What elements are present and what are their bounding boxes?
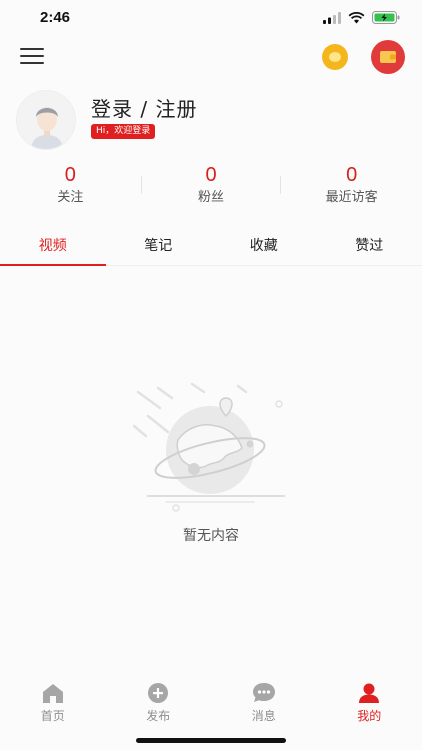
nav-home[interactable]: 首页 — [0, 676, 106, 732]
stats-row: 0 关注 0 粉丝 0 最近访客 — [0, 162, 422, 212]
home-indicator — [136, 738, 286, 743]
status-time: 2:46 — [40, 9, 71, 26]
empty-state-text: 暂无内容 — [183, 528, 239, 544]
stat-value: 0 — [346, 164, 358, 186]
tab-liked[interactable]: 赞过 — [317, 228, 422, 265]
nav-label: 我的 — [357, 709, 382, 723]
stat-value: 0 — [64, 164, 76, 186]
bottom-nav: 首页 发布 消息 我的 — [0, 676, 422, 732]
user-icon — [356, 682, 382, 704]
profile-header: 登录 / 注册 Hi，欢迎登录 — [0, 84, 422, 154]
menu-icon[interactable] — [20, 48, 44, 66]
wallet-glyph-icon — [380, 51, 396, 63]
stat-label: 关注 — [57, 190, 84, 205]
status-bar: 2:46 — [0, 0, 422, 38]
stat-label: 最近访客 — [325, 190, 378, 205]
stat-recent-visitors[interactable]: 0 最近访客 — [281, 162, 422, 212]
tab-favorites[interactable]: 收藏 — [211, 228, 317, 265]
stat-value: 0 — [205, 164, 217, 186]
welcome-badge: Hi，欢迎登录 — [91, 124, 156, 139]
coin-icon[interactable] — [322, 44, 348, 70]
wifi-icon — [348, 11, 365, 23]
stat-label: 粉丝 — [198, 190, 225, 205]
empty-planet-illustration — [132, 382, 285, 512]
battery-charging-icon — [372, 11, 400, 24]
divider — [140, 176, 142, 194]
nav-mine[interactable]: 我的 — [317, 676, 422, 732]
nav-label: 首页 — [40, 709, 65, 723]
plus-circle-icon — [145, 682, 171, 704]
home-icon — [40, 682, 66, 704]
content-tabs: 视频 笔记 收藏 赞过 — [0, 228, 422, 266]
top-bar — [0, 38, 422, 78]
stat-following[interactable]: 0 关注 — [0, 162, 141, 212]
tab-videos[interactable]: 视频 — [0, 228, 106, 266]
nav-publish[interactable]: 发布 — [106, 676, 212, 732]
avatar[interactable] — [16, 90, 76, 150]
cellular-signal-icon — [323, 11, 341, 24]
default-avatar-icon — [17, 91, 75, 149]
nav-label: 消息 — [251, 709, 276, 723]
chat-bubble-icon — [251, 682, 277, 704]
nav-messages[interactable]: 消息 — [211, 676, 317, 732]
stat-followers[interactable]: 0 粉丝 — [140, 162, 282, 212]
tab-notes[interactable]: 笔记 — [106, 228, 212, 265]
wallet-icon[interactable] — [371, 40, 405, 74]
nav-label: 发布 — [146, 709, 171, 723]
login-register-link[interactable]: 登录 / 注册 — [91, 93, 197, 122]
status-icons — [323, 11, 400, 24]
